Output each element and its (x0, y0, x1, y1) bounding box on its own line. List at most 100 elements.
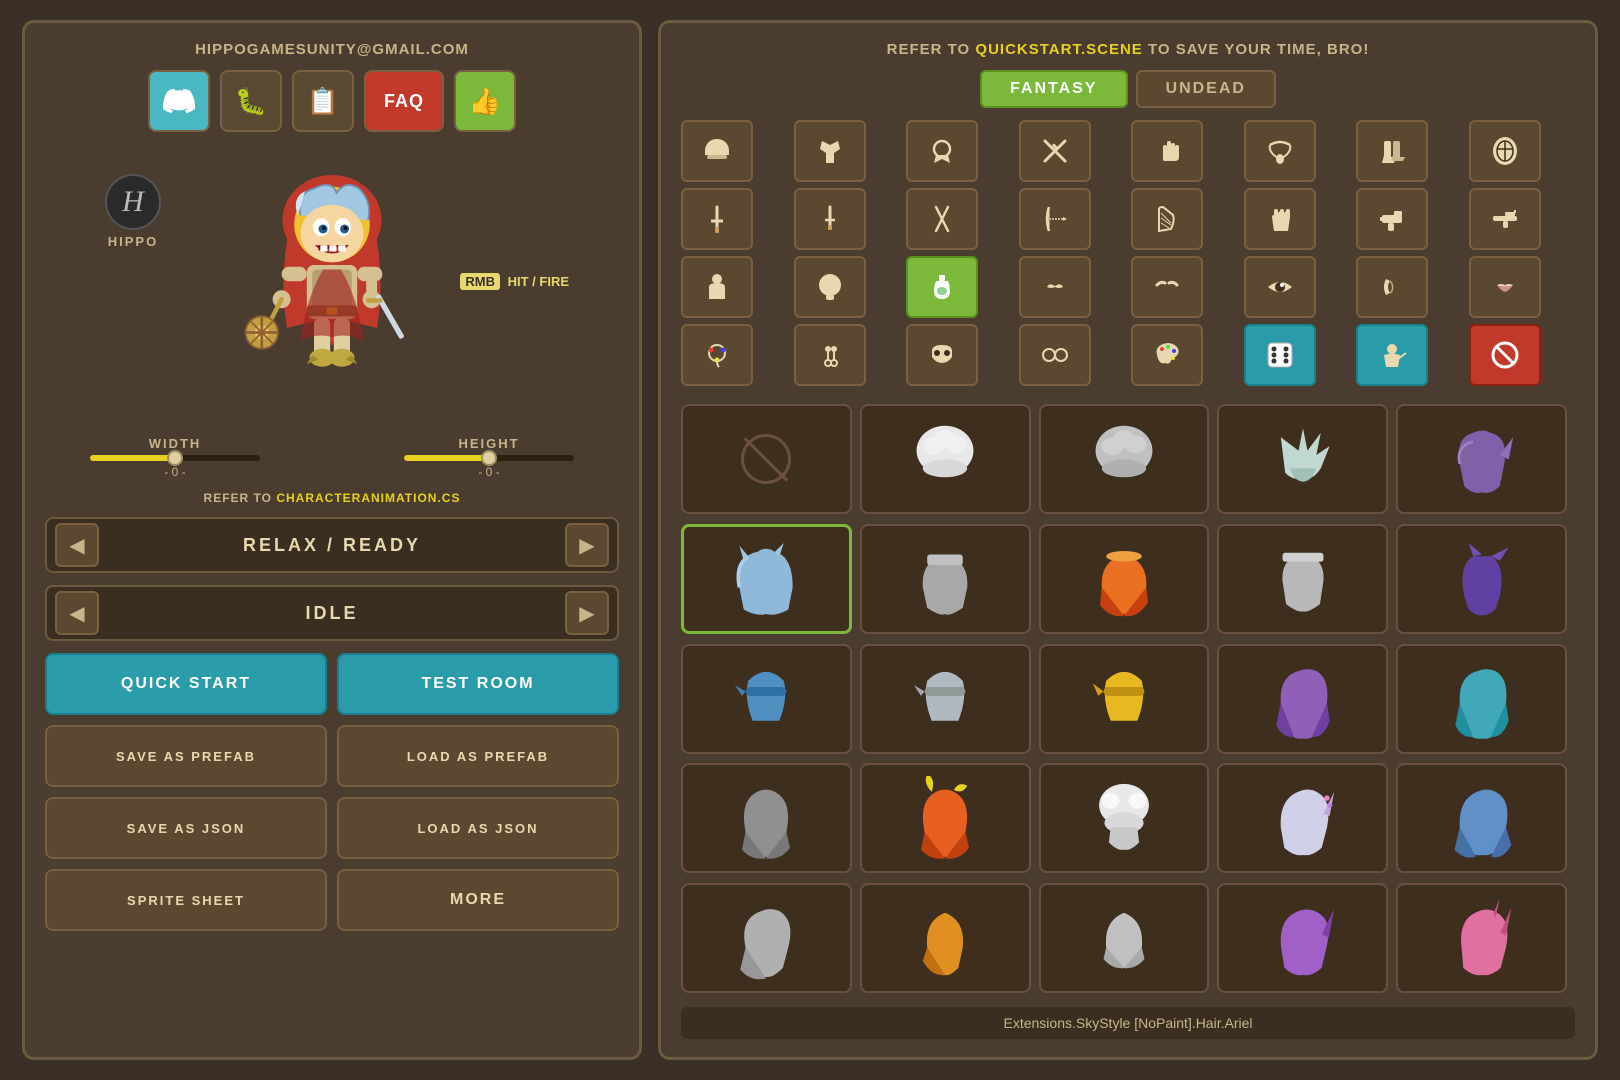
item-hair-flat-silver[interactable] (1217, 524, 1388, 634)
anim2-prev-button[interactable]: ◀ (55, 591, 99, 635)
icon-ban[interactable] (1469, 324, 1541, 386)
load-prefab-button[interactable]: LOAD AS PREFAB (337, 725, 619, 787)
thumb-button[interactable]: 👍 (454, 70, 516, 132)
icon-dagger[interactable] (794, 188, 866, 250)
category-tabs: FANTASY UNDEAD (681, 70, 1575, 108)
icon-lips[interactable] (1469, 256, 1541, 318)
sprite-sheet-button[interactable]: SPRITE SHEET (45, 869, 327, 931)
items-area (681, 404, 1575, 995)
icon-rifle[interactable] (1469, 188, 1541, 250)
icon-glove[interactable] (1244, 188, 1316, 250)
icon-boots[interactable] (1356, 120, 1428, 182)
item-hair-blue-ariel[interactable] (681, 524, 852, 634)
load-json-button[interactable]: LOAD AS JSON (337, 797, 619, 859)
discord-button[interactable] (148, 70, 210, 132)
hippo-avatar: H (105, 174, 161, 230)
icon-eye[interactable] (1244, 256, 1316, 318)
icon-head[interactable] (794, 256, 866, 318)
item-hair-purple-long[interactable] (1217, 644, 1388, 754)
item-hair-gray-bob[interactable] (1039, 883, 1210, 993)
hippo-badge: H HIPPO (105, 174, 161, 249)
icon-dice[interactable] (1244, 324, 1316, 386)
icon-bow[interactable] (1019, 188, 1091, 250)
height-track[interactable] (404, 455, 574, 461)
icon-armor[interactable] (794, 120, 866, 182)
test-room-button[interactable]: TEST ROOM (337, 653, 619, 715)
icon-row-1 (681, 120, 1575, 182)
status-bar: Extensions.SkyStyle [NoPaint].Hair.Ariel (681, 1007, 1575, 1039)
item-hair-gray-messy[interactable] (681, 763, 852, 873)
icon-paint[interactable] (681, 324, 753, 386)
animation2-row: ◀ IDLE ▶ (45, 585, 619, 641)
item-hair-white-purple[interactable] (1217, 763, 1388, 873)
icon-mustache[interactable] (1019, 256, 1091, 318)
bug-button[interactable]: 🐛 (220, 70, 282, 132)
icon-row-3 (681, 256, 1575, 318)
item-hair-silver-headband[interactable] (860, 644, 1031, 754)
quick-start-button[interactable]: QUICK START (45, 653, 327, 715)
item-hair-blue-headband[interactable] (681, 644, 852, 754)
item-hair-teal-long[interactable] (1396, 644, 1567, 754)
icon-necklace[interactable] (1244, 120, 1316, 182)
width-slider-group: WIDTH - 0 - (75, 436, 275, 479)
item-hair-orange-short[interactable] (860, 883, 1031, 993)
left-panel: HIPPOGAMESUNITY@GMAIL.COM 🐛 📋 FAQ 👍 H HI… (22, 20, 642, 1060)
icon-row-2 (681, 188, 1575, 250)
anim2-next-button[interactable]: ▶ (565, 591, 609, 635)
icon-earring[interactable] (794, 324, 866, 386)
item-hair-purple-anime2[interactable] (1217, 883, 1388, 993)
anim1-next-button[interactable]: ▶ (565, 523, 609, 567)
icon-shield-hand[interactable] (906, 120, 978, 182)
icon-hand[interactable] (1131, 120, 1203, 182)
animation1-label: RELAX / READY (107, 535, 557, 556)
icon-eyebrows[interactable] (1131, 256, 1203, 318)
icon-gun[interactable] (1356, 188, 1428, 250)
character-sprite (232, 154, 432, 394)
icon-harp[interactable] (1131, 188, 1203, 250)
icon-helmet[interactable] (681, 120, 753, 182)
icon-sword[interactable] (681, 188, 753, 250)
icon-fight[interactable] (1356, 324, 1428, 386)
icon-body[interactable] (681, 256, 753, 318)
anim1-prev-button[interactable]: ◀ (55, 523, 99, 567)
tab-undead[interactable]: UNDEAD (1136, 70, 1276, 108)
rmb-label: RMB HIT / FIRE (460, 274, 569, 289)
item-no-hair[interactable] (681, 404, 852, 514)
item-hair-yellow-headband[interactable] (1039, 644, 1210, 754)
icon-row-4 (681, 324, 1575, 386)
icon-bottle[interactable] (906, 256, 978, 318)
icon-mask[interactable] (906, 324, 978, 386)
item-hair-orange-fire[interactable] (860, 763, 1031, 873)
width-track[interactable] (90, 455, 260, 461)
faq-button[interactable]: FAQ (364, 70, 444, 132)
hippo-label: HIPPO (108, 234, 158, 249)
item-hair-white-puff[interactable] (1039, 763, 1210, 873)
item-hair-orange-gradient[interactable] (1039, 524, 1210, 634)
item-hair-gray-long[interactable] (681, 883, 852, 993)
items-grid (681, 404, 1575, 995)
item-hair-afro-white[interactable] (860, 404, 1031, 514)
icon-dual-swords[interactable] (906, 188, 978, 250)
icon-glasses[interactable] (1019, 324, 1091, 386)
save-prefab-button[interactable]: SAVE AS PREFAB (45, 725, 327, 787)
item-hair-purple-cut[interactable] (1396, 524, 1567, 634)
animation1-row: ◀ RELAX / READY ▶ (45, 517, 619, 573)
width-value: - 0 - (164, 465, 185, 479)
item-hair-silver-leaves[interactable] (1217, 404, 1388, 514)
tab-fantasy[interactable]: FANTASY (980, 70, 1127, 108)
item-hair-blue-anime[interactable] (1396, 763, 1567, 873)
action-buttons: QUICK START TEST ROOM SAVE AS PREFAB LOA… (45, 653, 619, 931)
icon-crossed-swords[interactable] (1019, 120, 1091, 182)
animation2-label: IDLE (107, 603, 557, 624)
height-slider-group: HEIGHT - 0 - (389, 436, 589, 479)
item-hair-afro-gray[interactable] (1039, 404, 1210, 514)
save-json-button[interactable]: SAVE AS JSON (45, 797, 327, 859)
clipboard-button[interactable]: 📋 (292, 70, 354, 132)
icon-round-shield[interactable] (1469, 120, 1541, 182)
icon-ear[interactable] (1356, 256, 1428, 318)
item-hair-gray-bang[interactable] (860, 524, 1031, 634)
more-button[interactable]: MORE (337, 869, 619, 931)
icon-palette[interactable] (1131, 324, 1203, 386)
item-hair-purple[interactable] (1396, 404, 1567, 514)
item-hair-pink-spiky[interactable] (1396, 883, 1567, 993)
